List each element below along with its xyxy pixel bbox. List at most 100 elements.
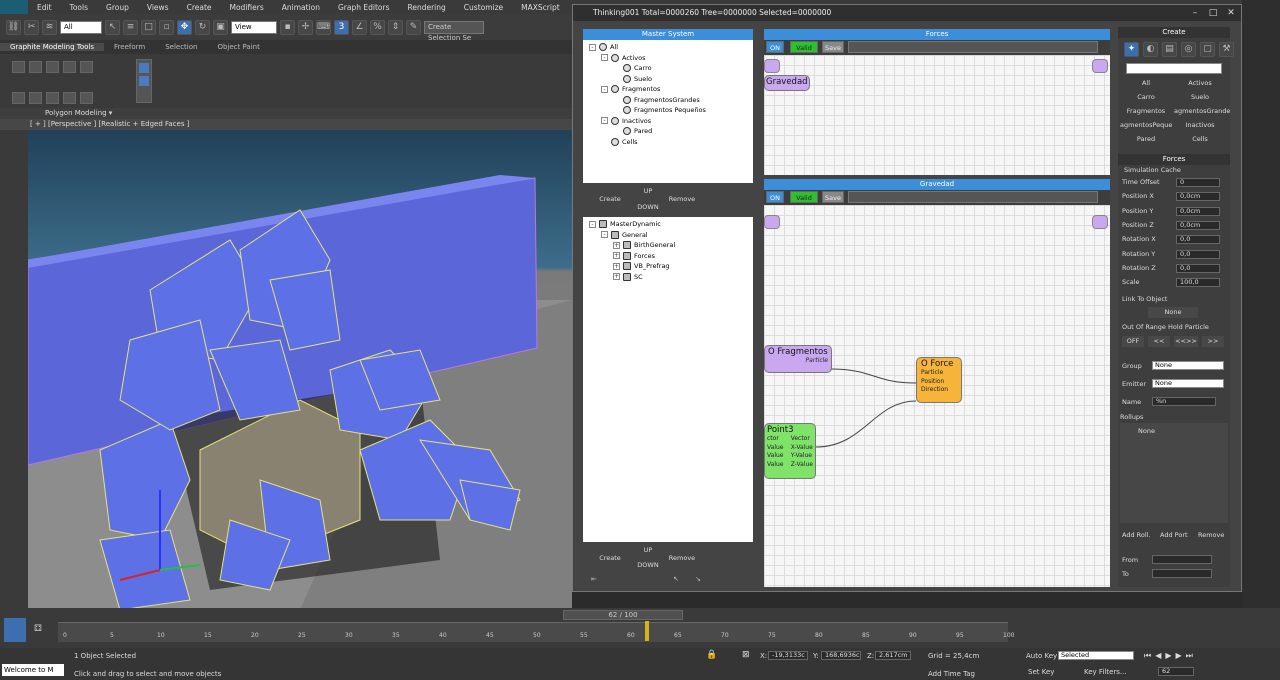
add-port-button[interactable]: Add Port (1160, 531, 1188, 539)
tree-item[interactable]: - Inactivos (589, 116, 747, 127)
point3-out-y[interactable]: Y-Value (791, 452, 813, 461)
viewport-label[interactable]: [ + ] [Perspective ] [Realistic + Edged … (0, 119, 572, 130)
group-dropdown[interactable]: None (1152, 361, 1224, 370)
tree-item[interactable]: Suelo (589, 74, 747, 85)
lock-selection-icon[interactable]: 🔒 (706, 650, 717, 660)
x-coordinate-field[interactable]: -19,3133c (768, 651, 808, 660)
maximize-icon[interactable]: □ (1207, 7, 1219, 19)
bind-space-warp-icon[interactable]: ≋ (42, 19, 57, 35)
tree-item[interactable]: + Forces (589, 251, 747, 262)
key-filters-button[interactable]: Key Filters... (1084, 668, 1127, 676)
time-slider[interactable]: 62 / 100 (563, 610, 683, 620)
name-field[interactable]: %n (1152, 397, 1216, 406)
tree-item[interactable]: + SC (589, 272, 747, 283)
point3-node[interactable]: Point3 ctor Value Value Value Vector X-V… (764, 423, 816, 479)
tree-item[interactable]: Fragmentos Pequeños (589, 105, 747, 116)
gravedad-save-button[interactable]: Save (822, 191, 844, 203)
forces-grid-canvas[interactable]: Gravedad (764, 55, 1110, 175)
z-coordinate-field[interactable]: 2,617cm (875, 651, 911, 660)
selection-filter-dropdown[interactable]: All (60, 20, 102, 34)
tree-item[interactable]: - MasterDynamic (589, 219, 747, 230)
menu-item-graph-editors[interactable]: Graph Editors (329, 3, 399, 12)
forces-rollout-title[interactable]: Forces (1118, 154, 1230, 165)
emitter-dropdown[interactable]: None (1152, 379, 1224, 388)
menu-item-animation[interactable]: Animation (273, 3, 329, 12)
hierarchy-tab-icon[interactable]: ▤ (1162, 42, 1177, 57)
tool-arrow-icon[interactable]: ↖ (673, 575, 679, 583)
ribbon-tab-object-paint[interactable]: Object Paint (207, 43, 269, 51)
point3-in-x[interactable]: Value (767, 444, 783, 453)
ribbon-tool-icon[interactable] (29, 92, 42, 104)
expand-toggle-icon[interactable]: - (589, 220, 596, 228)
tree-item[interactable]: Pared (589, 126, 747, 137)
edit-named-selection-icon[interactable]: ✎ (406, 19, 421, 35)
scale-icon[interactable]: ▣ (213, 19, 228, 35)
ribbon-tool-icon[interactable] (29, 61, 42, 73)
fragmentos-particle-port[interactable]: Particle (768, 357, 828, 366)
point3-in-z[interactable]: Value (767, 461, 783, 470)
input-port-node[interactable] (764, 215, 780, 229)
expand-toggle-icon[interactable]: - (601, 85, 608, 93)
group-button[interactable]: Pared (1120, 134, 1172, 145)
expand-toggle-icon[interactable]: - (601, 54, 608, 62)
output-port-node[interactable] (1092, 59, 1108, 73)
tree-item[interactable]: - General (589, 230, 747, 241)
range-off-button[interactable]: OFF (1122, 336, 1144, 347)
scroll-arrow-icon[interactable]: ⇤ (591, 575, 597, 583)
create-group-button[interactable]: Create (595, 194, 625, 205)
gravedad-name-field[interactable] (848, 191, 1098, 203)
y-coordinate-field[interactable]: 168,6936c (821, 651, 861, 660)
create-dynset-button[interactable]: Create (595, 553, 625, 564)
track-bar[interactable]: 0 5 10 15 20 25 30 35 40 45 50 55 60 65 70 75 80 85 90 95 10… (58, 621, 1014, 642)
set-key-button[interactable]: Set Key (1028, 668, 1054, 676)
rotate-icon[interactable]: ↻ (195, 19, 210, 35)
ribbon-tab-freeform[interactable]: Freeform (104, 43, 155, 51)
up-button[interactable]: UP (633, 186, 663, 197)
expand-toggle-icon[interactable]: + (613, 241, 620, 249)
param-spinner[interactable]: 100,0 (1176, 278, 1220, 288)
pivot-icon[interactable]: ▪ (280, 19, 295, 35)
tree-item[interactable]: + VB_Prefrag (589, 261, 747, 272)
tree-item[interactable]: + BirthGeneral (589, 240, 747, 251)
simulation-cache-label[interactable]: Simulation Cache (1124, 166, 1181, 174)
param-spinner[interactable]: 0,0cm (1176, 220, 1220, 230)
reference-coord-dropdown[interactable]: View (231, 20, 277, 34)
to-field[interactable] (1152, 569, 1212, 578)
point3-out-vector[interactable]: Vector (791, 435, 813, 444)
ribbon-tool-icon[interactable] (12, 92, 25, 104)
ribbon-tool-icon[interactable] (46, 92, 59, 104)
group-button[interactable]: Suelo (1174, 92, 1226, 103)
playback-controls[interactable]: ⏮◀▶▶⏭ (1144, 651, 1197, 661)
tree-item[interactable]: - All (589, 42, 747, 53)
group-button[interactable]: Activos (1174, 78, 1226, 89)
window-crossing-icon[interactable]: ▫ (159, 19, 174, 35)
expand-toggle-icon[interactable]: - (601, 231, 608, 239)
param-spinner[interactable]: 0,0cm (1176, 206, 1220, 216)
menu-item-create[interactable]: Create (178, 3, 221, 12)
forces-valid-button[interactable]: Valid (790, 41, 818, 53)
ribbon-tool-icon[interactable] (80, 61, 93, 73)
menu-item-maxscript[interactable]: MAXScript (512, 3, 569, 12)
percent-snap-icon[interactable]: % (370, 19, 385, 35)
from-field[interactable] (1152, 555, 1212, 564)
menu-item-edit[interactable]: Edit (28, 3, 61, 12)
param-spinner[interactable]: 0,0 (1176, 249, 1220, 259)
select-object-icon[interactable]: ↖ (105, 19, 120, 35)
snap-toggle-icon[interactable]: 3 (334, 19, 349, 35)
down-button[interactable]: DOWN (633, 202, 663, 213)
down-dynset-button[interactable]: DOWN (633, 560, 663, 571)
param-spinner[interactable]: 0,0cm (1176, 192, 1220, 202)
polygon-modeling-dropdown[interactable]: Polygon Modeling ▾ (0, 108, 572, 119)
link-icon[interactable]: ⛓ (6, 19, 21, 35)
group-button[interactable]: Carro (1120, 92, 1172, 103)
range-forward-button[interactable]: >> (1202, 336, 1224, 347)
keyboard-shortcut-icon[interactable]: ⌨ (316, 19, 331, 35)
force-node[interactable]: O Force Particle Position Direction (916, 357, 962, 403)
ribbon-tab-graphite-modeling-tools[interactable]: Graphite Modeling Tools (0, 43, 105, 51)
close-icon[interactable]: ✕ (1225, 7, 1237, 19)
tree-item[interactable]: - Activos (589, 53, 747, 64)
rollup-item[interactable]: None (1138, 427, 1155, 435)
auto-key-button[interactable]: Auto Key (1026, 652, 1057, 660)
up-dynset-button[interactable]: UP (633, 545, 663, 556)
curve-editor-icon[interactable]: ⚃ (34, 624, 42, 634)
